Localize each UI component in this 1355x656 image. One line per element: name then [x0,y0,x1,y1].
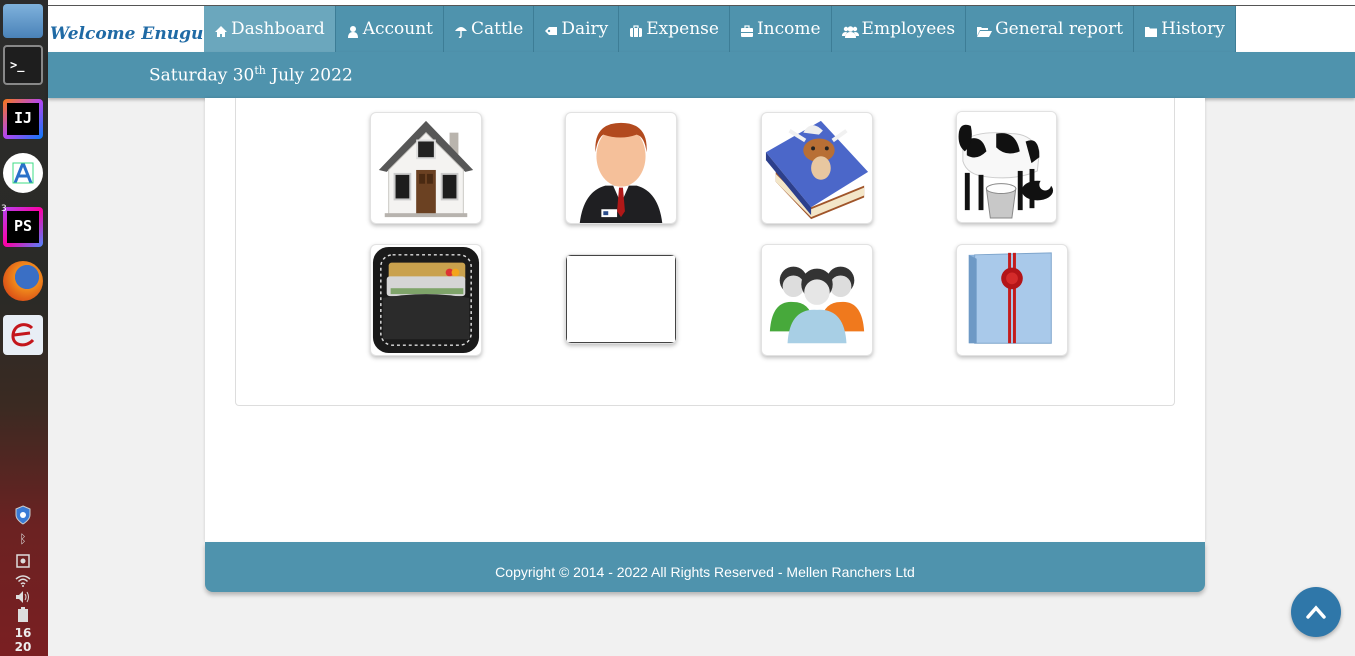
chevron-up-icon [1306,605,1326,619]
cattle-tile[interactable] [761,112,873,224]
wallet-icon [372,246,480,354]
cattle-book-icon [765,120,869,220]
current-date: Saturday 30th July 2022 [149,64,353,86]
clock[interactable]: 16 20 [0,626,46,654]
keyboard-icon[interactable] [0,553,46,572]
bluetooth-icon[interactable]: ᛒ [0,532,46,546]
nav-label: Dairy [561,19,609,39]
report-tile[interactable] [956,244,1068,356]
volume-icon[interactable] [0,589,46,608]
cow-milk-icon [957,112,1056,222]
nav-cattle[interactable]: Cattle [444,6,535,52]
user-icon [346,23,360,38]
copyright-text: Copyright © 2014 - 2022 All Rights Reser… [495,564,915,580]
nav-label: History [1161,19,1225,39]
nav-menu: Dashboard Account Cattle Dairy Expense I… [204,6,1236,52]
date-bar: Saturday 30th July 2022 [48,52,1355,98]
account-tile[interactable] [565,112,677,224]
eclipse-icon[interactable] [0,312,46,358]
nav-account[interactable]: Account [335,6,444,52]
brand-title[interactable]: Welcome Enugu [48,6,204,52]
nav-expense[interactable]: Expense [619,6,730,52]
firefox-icon[interactable] [0,258,46,304]
tag-icon [544,23,558,36]
suitcase-icon [629,23,643,37]
nav-dashboard[interactable]: Dashboard [204,6,336,52]
expense-tile[interactable] [370,244,482,356]
home-tile[interactable] [370,112,482,224]
blank-image [566,255,676,343]
files-icon[interactable] [0,0,46,42]
home-icon [214,23,228,37]
users-icon [841,23,859,38]
nav-label: General report [995,19,1124,39]
nav-history[interactable]: History [1134,6,1236,52]
clock-hour: 16 [14,626,32,640]
terminal-icon[interactable]: >_ [0,42,46,88]
briefcase-icon [740,23,754,37]
battery-icon[interactable] [0,607,46,627]
dashboard-panel [235,98,1175,406]
nav-label: Account [362,19,433,39]
employees-tile[interactable] [761,244,873,356]
launcher: >_ IJ 3 PS ᛒ 16 20 [0,0,48,656]
house-icon [378,120,474,218]
intellij-icon[interactable]: IJ [0,96,46,142]
main-content [205,98,1205,542]
folder-seal-icon [968,252,1052,344]
nav-label: Employees [861,19,956,39]
nav-label: Cattle [471,19,524,39]
nav-employees[interactable]: Employees [831,6,967,52]
android-studio-icon[interactable] [0,150,46,196]
people-icon [769,266,865,344]
businessman-icon [579,122,663,223]
footer: Copyright © 2014 - 2022 All Rights Reser… [205,542,1205,592]
nav-label: Dashboard [231,19,325,39]
phpstorm-icon[interactable]: 3 PS [0,204,46,250]
dairy-tile[interactable] [956,111,1057,223]
navbar: Welcome Enugu Dashboard Account Cattle D… [48,6,1355,52]
umbrella-icon [454,23,468,38]
folder-open-icon [976,23,993,37]
nav-dairy[interactable]: Dairy [534,6,620,52]
nav-label: Expense [646,19,719,39]
income-tile[interactable] [565,254,677,344]
nav-income[interactable]: Income [729,6,832,52]
folder-icon [1144,23,1158,37]
nav-general-report[interactable]: General report [966,6,1135,52]
nav-label: Income [756,19,821,39]
scroll-to-top-button[interactable] [1291,587,1341,637]
security-icon[interactable] [0,505,46,529]
clock-minute: 20 [14,640,32,654]
